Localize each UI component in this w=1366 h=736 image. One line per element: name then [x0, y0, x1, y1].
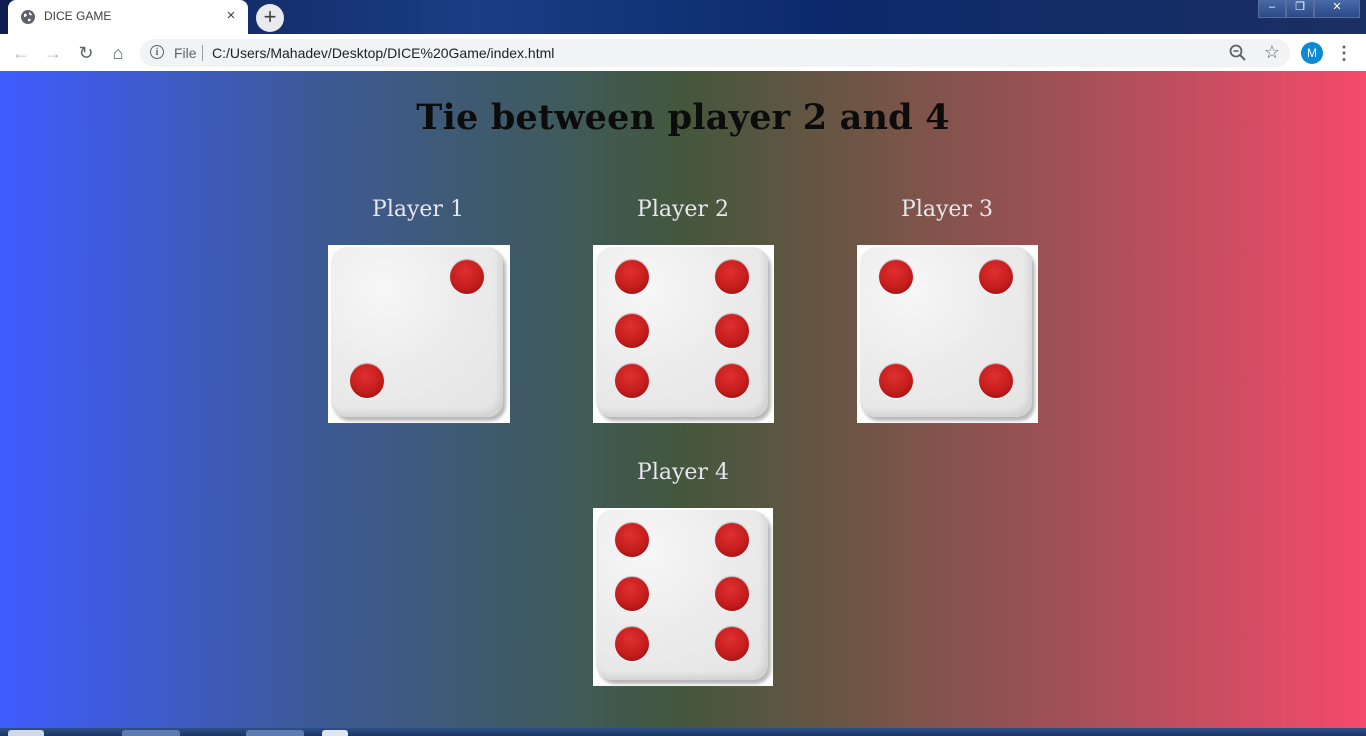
back-arrow-icon[interactable]: ←	[8, 40, 34, 66]
die-pip	[615, 364, 649, 398]
bookmark-star-icon[interactable]: ☆	[1262, 41, 1282, 63]
address-bar[interactable]: i File C:/Users/Mahadev/Desktop/DICE%20G…	[140, 39, 1290, 67]
dice-image	[857, 245, 1038, 423]
die-face	[596, 247, 768, 417]
restore-button[interactable]: ❐	[1286, 0, 1314, 18]
die-pip	[715, 523, 749, 557]
die-pip	[715, 627, 749, 661]
taskbar-item[interactable]	[322, 730, 348, 736]
die-pip	[450, 260, 484, 294]
die-pip	[715, 260, 749, 294]
die-pip	[615, 260, 649, 294]
die-pip	[979, 260, 1013, 294]
player-label: Player 3	[901, 197, 993, 222]
die-pip	[615, 627, 649, 661]
reload-icon[interactable]: ↻	[73, 40, 99, 66]
page-content: Tie between player 2 and 4 Player 1 Play…	[0, 71, 1366, 728]
player-label: Player 2	[637, 197, 729, 222]
tab-close-icon[interactable]: ×	[222, 7, 240, 25]
die-pip	[979, 364, 1013, 398]
die-pip	[615, 523, 649, 557]
url-text[interactable]: C:/Users/Mahadev/Desktop/DICE%20Game/ind…	[212, 45, 554, 61]
die-face	[331, 247, 503, 417]
window-controls: – ❐ ✕	[1258, 0, 1360, 18]
omnibox-divider	[202, 45, 203, 61]
player-card-2: Player 2	[593, 195, 774, 423]
player-label: Player 1	[372, 197, 464, 222]
scheme-label: File	[174, 45, 197, 61]
browser-tab[interactable]: DICE GAME ×	[8, 0, 248, 34]
die-pip	[350, 364, 384, 398]
zoom-out-icon[interactable]	[1228, 43, 1248, 63]
player-card-1: Player 1	[328, 195, 510, 423]
die-pip	[715, 577, 749, 611]
tab-title: DICE GAME	[44, 9, 112, 23]
forward-arrow-icon[interactable]: →	[40, 40, 66, 66]
player-card-4: Player 4	[593, 458, 773, 686]
taskbar-item[interactable]	[122, 730, 180, 736]
os-taskbar	[0, 728, 1366, 736]
player-label: Player 4	[637, 460, 729, 485]
minimize-button[interactable]: –	[1258, 0, 1286, 18]
result-title: Tie between player 2 and 4	[416, 97, 950, 138]
menu-kebab-icon[interactable]: ⋮	[1334, 41, 1354, 65]
player-card-3: Player 3	[857, 195, 1038, 423]
die-face	[596, 510, 768, 680]
dice-image	[328, 245, 510, 423]
close-window-button[interactable]: ✕	[1314, 0, 1360, 18]
die-pip	[879, 260, 913, 294]
info-icon[interactable]: i	[150, 45, 164, 59]
dice-image	[593, 245, 774, 423]
browser-titlebar: DICE GAME × + – ❐ ✕	[0, 0, 1366, 34]
home-icon[interactable]: ⌂	[105, 40, 131, 66]
die-pip	[715, 364, 749, 398]
start-button[interactable]	[8, 730, 44, 736]
profile-avatar[interactable]: M	[1301, 42, 1323, 64]
globe-icon	[21, 10, 35, 24]
die-pip	[615, 577, 649, 611]
die-face	[860, 247, 1032, 417]
die-pip	[615, 314, 649, 348]
new-tab-button[interactable]: +	[256, 4, 284, 32]
taskbar-item[interactable]	[246, 730, 304, 736]
browser-toolbar: ← → ↻ ⌂ i File C:/Users/Mahadev/Desktop/…	[0, 34, 1366, 72]
dice-image	[593, 508, 773, 686]
die-pip	[879, 364, 913, 398]
die-pip	[715, 314, 749, 348]
